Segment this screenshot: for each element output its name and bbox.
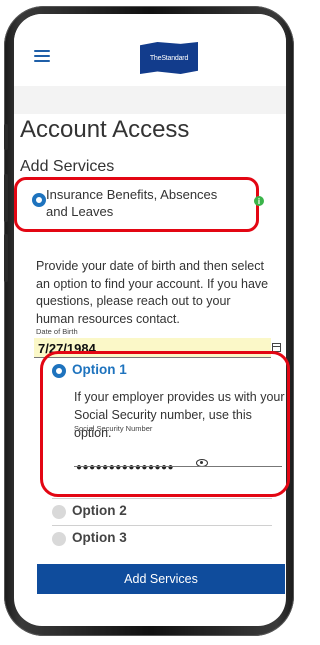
option3-label[interactable]: Option 3	[72, 530, 127, 545]
option2-radio[interactable]	[52, 505, 66, 519]
page-title: Account Access	[20, 116, 190, 143]
standard-logo[interactable]: TheStandard	[140, 42, 198, 74]
service-label[interactable]: Insurance Benefits, Absences and Leaves	[46, 186, 236, 220]
dob-label: Date of Birth	[36, 327, 78, 336]
logo-text: TheStandard	[149, 54, 189, 62]
option2-label[interactable]: Option 2	[72, 503, 127, 518]
option1-description: If your employer provides us with your S…	[74, 390, 285, 440]
option1-label[interactable]: Option 1	[72, 362, 127, 377]
add-services-button[interactable]: Add Services	[37, 564, 285, 594]
ssn-field-underline	[74, 466, 282, 467]
app-header: TheStandard	[14, 14, 286, 86]
phone-side-button	[4, 124, 8, 150]
form-description: Provide your date of birth and then sele…	[36, 259, 269, 326]
hamburger-icon[interactable]	[34, 50, 50, 62]
ssn-field[interactable]: ●●●●●●●●●●●●●●●	[76, 462, 174, 473]
info-icon[interactable]: i	[254, 196, 264, 206]
service-radio[interactable]	[32, 193, 46, 207]
option1-radio[interactable]	[52, 364, 66, 378]
phone-volume-up-button	[4, 174, 8, 222]
ssn-label: Social Security Number	[74, 424, 153, 433]
header-band	[14, 86, 286, 114]
option3-radio[interactable]	[52, 532, 66, 546]
section-subtitle: Add Services	[20, 158, 115, 175]
divider	[52, 498, 272, 499]
divider	[52, 525, 272, 526]
phone-volume-down-button	[4, 234, 8, 282]
